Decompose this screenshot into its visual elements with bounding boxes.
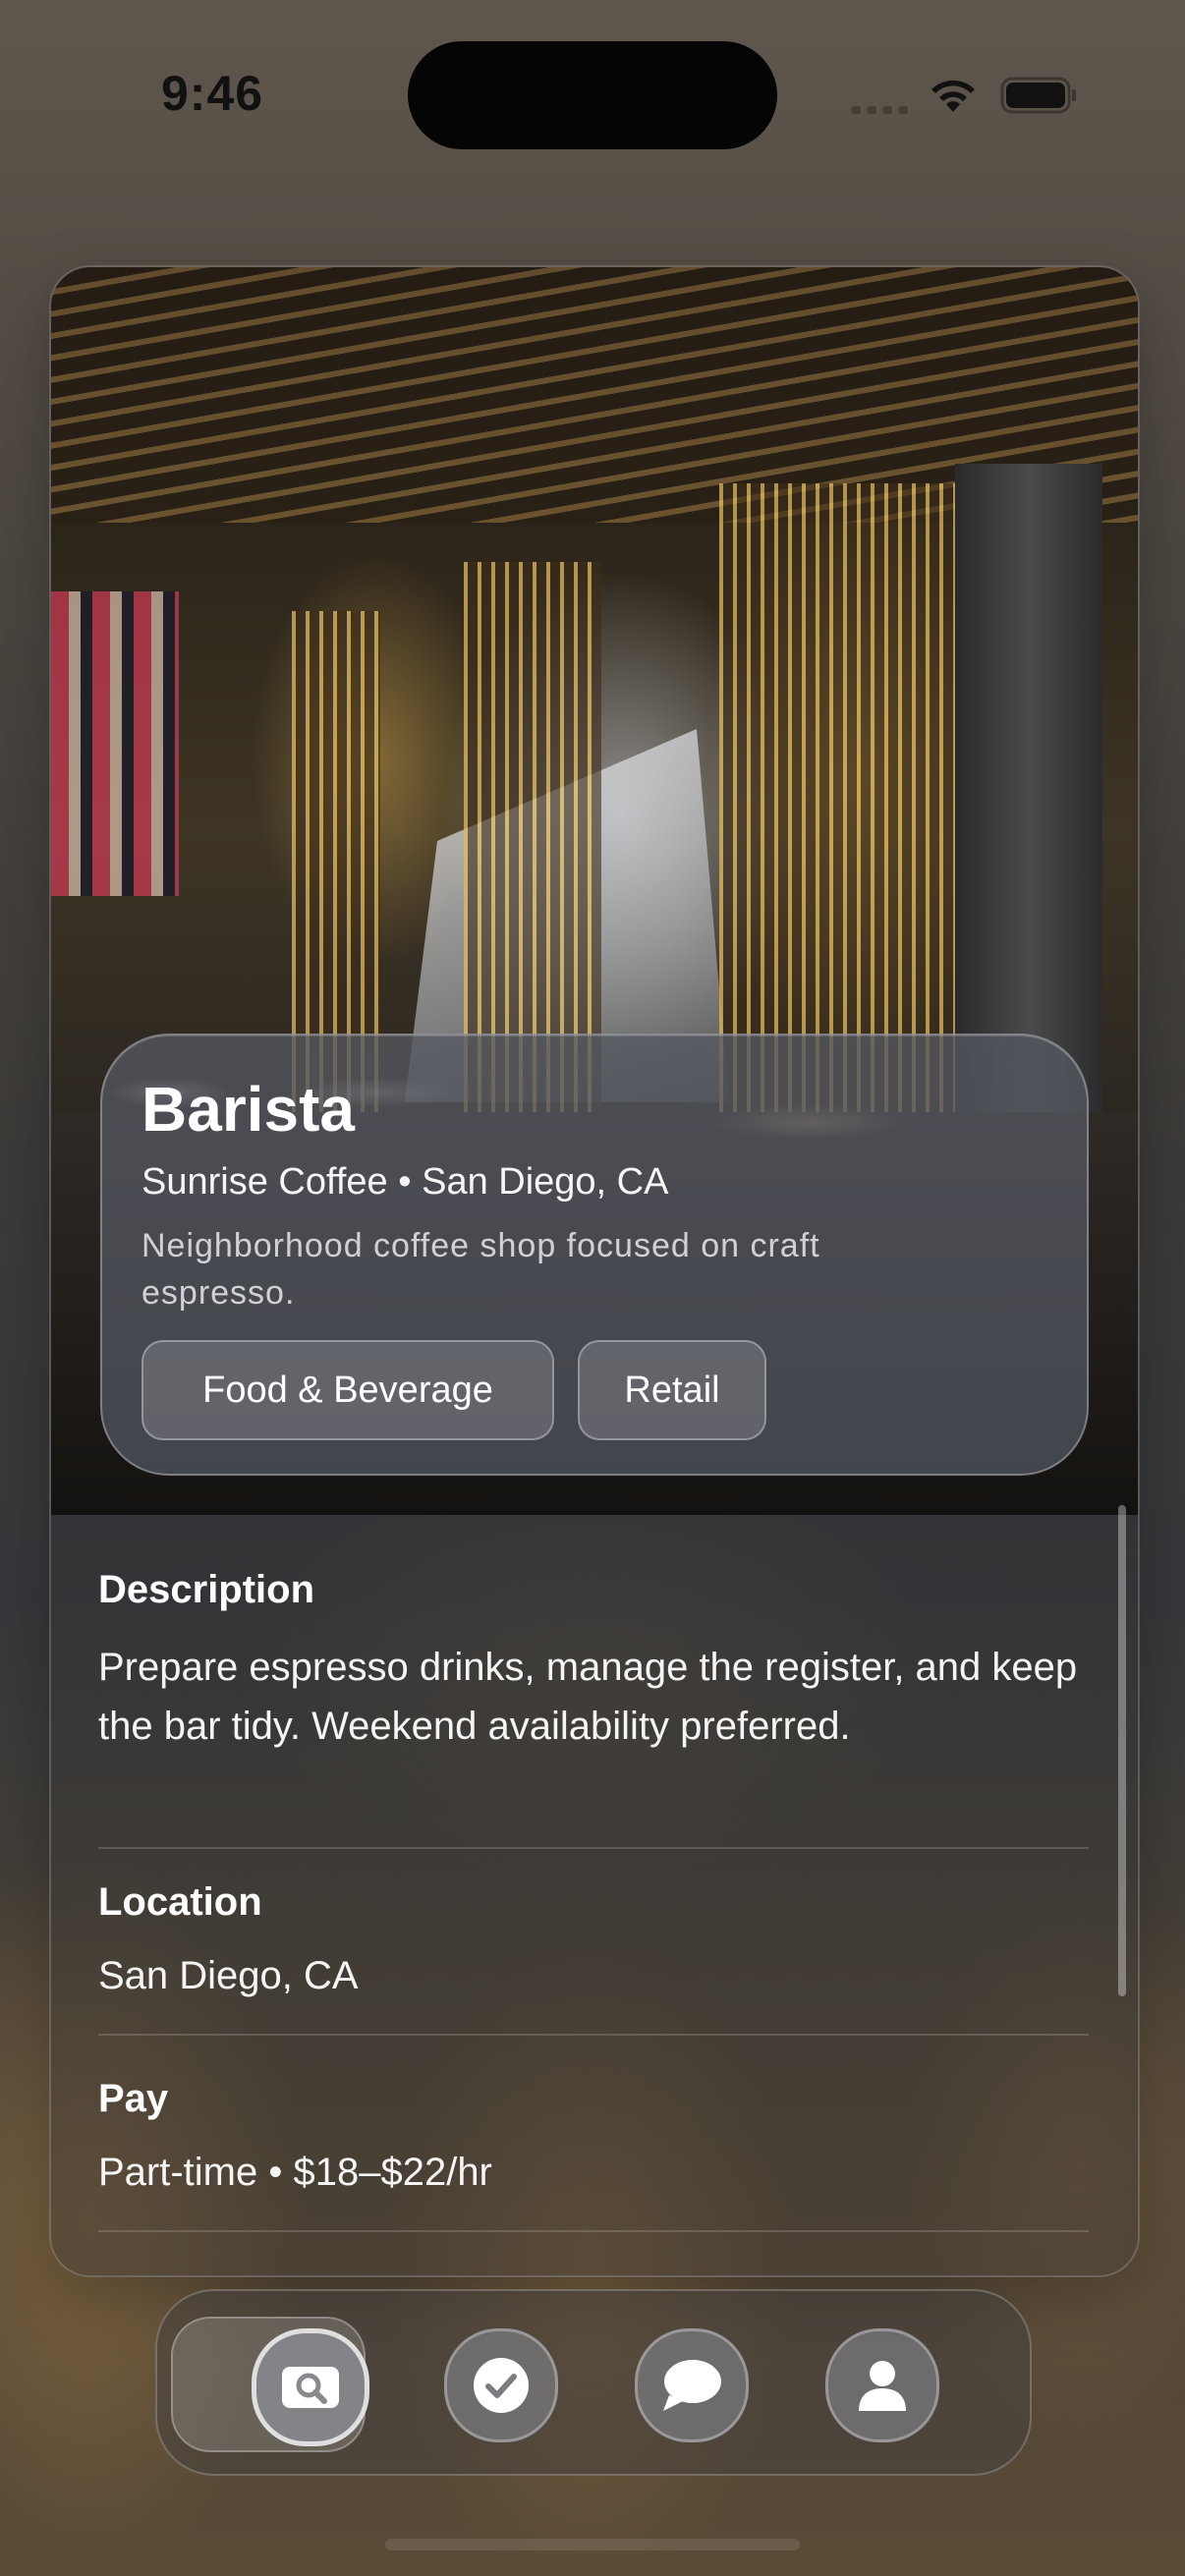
job-title: Barista xyxy=(141,1074,355,1145)
chat-bubble-icon xyxy=(663,2360,721,2411)
dynamic-island xyxy=(408,41,777,149)
search-icon xyxy=(282,2367,339,2408)
pay-body: Part-time • $18–$22/hr xyxy=(98,2151,492,2194)
status-time: 9:46 xyxy=(161,66,264,121)
person-icon xyxy=(859,2361,906,2411)
status-bar: 9:46 xyxy=(0,0,1185,187)
job-header-panel: Barista Sunrise Coffee • San Diego, CA N… xyxy=(100,1034,1089,1476)
wifi-icon xyxy=(931,80,975,112)
pay-heading: Pay xyxy=(98,2077,169,2120)
tab-search[interactable] xyxy=(252,2328,369,2446)
signal-icon xyxy=(851,106,908,114)
location-body: San Diego, CA xyxy=(98,1954,359,1997)
tab-profile[interactable] xyxy=(825,2328,939,2442)
checkmark-icon xyxy=(474,2358,529,2413)
battery-icon xyxy=(1000,77,1076,114)
job-tagline: Neighborhood coffee shop focused on craf… xyxy=(141,1227,820,1312)
job-subtitle: Sunrise Coffee • San Diego, CA xyxy=(141,1161,669,1203)
tag-chip-retail[interactable]: Retail xyxy=(578,1340,766,1440)
tab-applied[interactable] xyxy=(444,2328,558,2442)
description-body: Prepare espresso drinks, manage the regi… xyxy=(98,1646,1078,1748)
location-heading: Location xyxy=(98,1880,262,1924)
home-indicator[interactable] xyxy=(385,2539,800,2550)
tag-chip-food-beverage[interactable]: Food & Beverage xyxy=(141,1340,554,1440)
location-section: Location San Diego, CA xyxy=(98,1880,1089,2036)
job-detail-card[interactable]: Barista Sunrise Coffee • San Diego, CA N… xyxy=(49,265,1140,2277)
tab-messages[interactable] xyxy=(635,2328,749,2442)
tab-bar xyxy=(155,2289,1032,2476)
description-heading: Description xyxy=(98,1568,315,1611)
pay-section: Pay Part-time • $18–$22/hr xyxy=(98,2077,1089,2232)
restaurant-interior-photo: Barista Sunrise Coffee • San Diego, CA N… xyxy=(51,267,1138,1515)
scroll-indicator[interactable] xyxy=(1118,1505,1126,1996)
description-section: Description Prepare espresso drinks, man… xyxy=(98,1568,1089,1849)
